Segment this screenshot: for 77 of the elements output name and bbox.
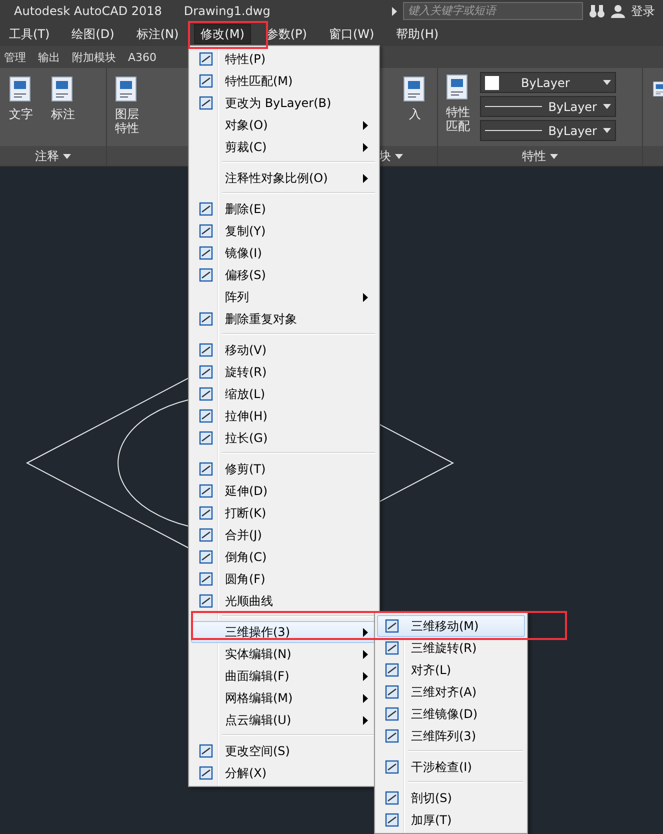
menu-bar-item[interactable]: 帮助(H) [389,24,446,44]
menu-item[interactable]: 对齐(L) [377,659,525,681]
ribbon-button[interactable]: 文字 [4,74,38,122]
menu-item[interactable]: 删除(E) [191,198,377,220]
menu-item[interactable]: 实体编辑(N) [191,643,377,665]
line-sample-icon [485,105,542,108]
ribbon-button[interactable]: 图层特性 [111,74,143,136]
menu-item[interactable]: 阵列 [191,286,377,308]
caret-icon [550,154,558,158]
search-field[interactable]: 键入关键字或短语 [403,2,583,20]
panel-title: 块 [379,148,391,164]
ribbon-tab[interactable]: 管理 [4,50,26,64]
user-icon[interactable] [611,4,625,18]
property-dropdown[interactable]: ByLayer [480,96,616,117]
menu-item[interactable]: 延伸(D) [191,480,377,502]
menu-item[interactable]: 删除重复对象 [191,308,377,330]
menu-item[interactable]: 移动(V) [191,339,377,361]
menu-item[interactable]: 点云编辑(U) [191,709,377,731]
menu-item[interactable]: 旋转(R) [191,361,377,383]
menu-item[interactable]: 镜像(I) [191,242,377,264]
menu-item[interactable]: 打断(K) [191,502,377,524]
color-swatch-icon [485,76,499,90]
property-dropdown[interactable]: ByLayer [480,120,616,141]
menu-item[interactable]: 合并(J) [191,524,377,546]
menu-item[interactable]: 修剪(T) [191,458,377,480]
panel-title: 注释 [35,148,59,164]
menu-item[interactable]: 三维旋转(R) [377,637,525,659]
sign-in-link[interactable]: 登录 [631,2,655,20]
caret-icon [395,154,403,158]
menu-item[interactable]: 特性(P) [191,48,377,70]
menu-item[interactable]: 三维对齐(A) [377,681,525,703]
caret-icon [63,154,71,158]
binoculars-icon[interactable] [589,4,605,18]
menu-bar-item[interactable]: 参数(P) [259,24,314,44]
menu-item[interactable]: 拉伸(H) [191,405,377,427]
menu-item[interactable]: 曲面编辑(F) [191,665,377,687]
panel-title: 特性 [522,148,546,164]
caret-icon [603,80,611,85]
menu-bar-item[interactable]: 工具(T) [2,24,57,44]
ribbon-button[interactable]: 特性匹配 [442,72,474,134]
menu-item[interactable]: 缩放(L) [191,383,377,405]
file-name: Drawing1.dwg [184,4,270,18]
menu-item[interactable]: 特性匹配(M) [191,70,377,92]
menu-bar-item[interactable]: 绘图(D) [64,24,122,44]
app-title: Autodesk AutoCAD 2018 [14,4,162,18]
ribbon-button[interactable]: 标注 [46,74,80,122]
menu-item[interactable]: 更改为 ByLayer(B) [191,92,377,114]
menu-item[interactable]: 网格编辑(M) [191,687,377,709]
menu-item[interactable]: 分解(X) [191,762,377,784]
menu-item[interactable]: 三维移动(M) [377,615,525,637]
menu-item[interactable]: 复制(Y) [191,220,377,242]
menu-bar-item[interactable]: 修改(M) [194,24,252,44]
menu-item[interactable]: 对象(O) [191,114,377,136]
caret-icon [603,104,611,109]
menu-item[interactable]: 三维镜像(D) [377,703,525,725]
ribbon-button[interactable]: 入 [397,74,433,122]
menu-item[interactable]: 拉长(G) [191,427,377,449]
menu-item[interactable]: 注释性对象比例(O) [191,167,377,189]
menu-item[interactable]: 剖切(S) [377,787,525,809]
menu-item[interactable]: 光顺曲线 [191,590,377,612]
menu-bar-item[interactable]: 标注(N) [129,24,186,44]
menu-item[interactable]: 加厚(T) [377,809,525,831]
expand-arrow-icon [392,6,397,16]
menu-item[interactable]: 圆角(F) [191,568,377,590]
line-sample-icon [485,129,542,132]
ribbon-tab[interactable]: 输出 [38,50,60,64]
menu-item[interactable]: 倒角(C) [191,546,377,568]
property-dropdown[interactable]: ByLayer [480,72,616,93]
menu-item[interactable]: 更改空间(S) [191,740,377,762]
ribbon-tab[interactable]: 附加模块 [72,50,116,64]
caret-icon [603,128,611,133]
menu-item[interactable]: 干涉检查(I) [377,756,525,778]
menu-bar-item[interactable]: 窗口(W) [322,24,382,44]
menu-item[interactable]: 偏移(S) [191,264,377,286]
ribbon-tab[interactable]: A360 [128,50,157,64]
menu-item[interactable]: 三维阵列(3) [377,725,525,747]
menu-item[interactable]: 剪裁(C) [191,136,377,158]
